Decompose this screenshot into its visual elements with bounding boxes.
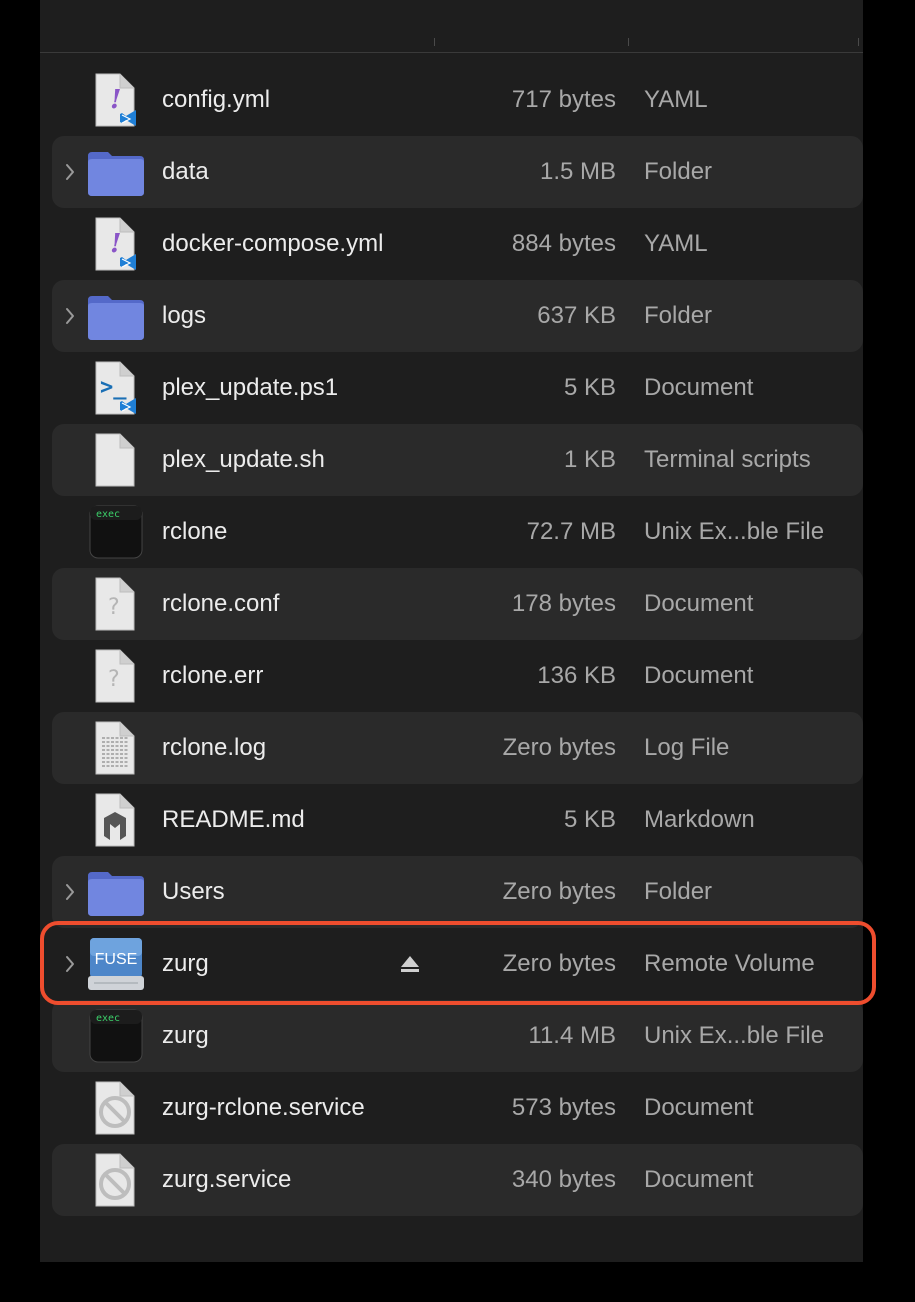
file-name: rclone.err [162, 662, 264, 689]
prohibited-file-icon [86, 1152, 146, 1208]
file-kind: Log File [644, 734, 730, 761]
file-kind: Document [644, 374, 754, 401]
file-row[interactable]: plex_update.sh 1 KB Terminal scripts [52, 424, 863, 496]
file-size: 1.5 MB [539, 158, 616, 185]
file-size: 136 KB [537, 662, 616, 689]
file-size: 5 KB [563, 374, 616, 401]
file-name: plex_update.ps1 [162, 374, 339, 401]
unknown-file-icon: ? [86, 576, 146, 632]
file-row[interactable]: zurg-rclone.service 573 bytes Document [52, 1072, 863, 1144]
file-row[interactable]: logs 637 KB Folder [52, 280, 863, 352]
column-separator[interactable] [628, 38, 629, 46]
file-row[interactable]: >_ plex_update.ps1 5 KB Document [52, 352, 863, 424]
exec-file-icon: exec [86, 1008, 146, 1064]
file-kind: Document [644, 1094, 754, 1121]
svg-text:FUSE: FUSE [95, 951, 138, 968]
file-name: rclone.log [162, 734, 267, 761]
file-kind: Folder [644, 302, 713, 329]
file-row[interactable]: ! docker-compose.yml 884 bytes YAML [52, 208, 863, 280]
file-kind: Remote Volume [644, 950, 815, 977]
file-row[interactable]: ! config.yml 717 bytes YAML [52, 64, 863, 136]
yaml-file-icon: ! [86, 72, 146, 128]
file-row[interactable]: rclone.log Zero bytes Log File [52, 712, 863, 784]
file-kind: Folder [644, 158, 713, 185]
yaml-mark: ! [110, 229, 121, 259]
column-header-bar[interactable] [40, 0, 863, 53]
svg-text:>_: >_ [100, 375, 127, 400]
prohibited-file-icon [86, 1080, 146, 1136]
column-separator[interactable] [858, 38, 859, 46]
file-size: 1 KB [563, 446, 616, 473]
file-list: ! config.yml 717 bytes YAML data 1.5 MB Fold… [52, 64, 863, 1216]
disclosure-chevron-icon[interactable] [62, 880, 78, 904]
file-size: 178 bytes [511, 590, 616, 617]
eject-icon[interactable] [398, 952, 422, 976]
fuse-volume-icon: FUSE [86, 936, 146, 992]
file-kind: Unix Ex...ble File [644, 518, 825, 545]
file-kind: YAML [644, 86, 708, 113]
file-size: 884 bytes [511, 230, 616, 257]
file-name: docker-compose.yml [162, 230, 384, 257]
file-row[interactable]: Users Zero bytes Folder [52, 856, 863, 928]
folder-icon [86, 864, 146, 920]
powershell-file-icon: >_ [86, 360, 146, 416]
file-name: zurg [162, 950, 209, 977]
file-row[interactable]: ? rclone.conf 178 bytes Document [52, 568, 863, 640]
file-name: README.md [162, 806, 305, 833]
disclosure-chevron-icon[interactable] [62, 304, 78, 328]
file-size: 637 KB [537, 302, 616, 329]
svg-text:?: ? [108, 595, 120, 620]
file-name: zurg.service [162, 1166, 292, 1193]
file-name: zurg-rclone.service [162, 1094, 365, 1121]
exec-file-icon: exec [86, 504, 146, 560]
file-name: config.yml [162, 86, 271, 113]
file-size: 72.7 MB [526, 518, 616, 545]
file-row[interactable]: exec zurg 11.4 MB Unix Ex...ble File [52, 1000, 863, 1072]
file-size: Zero bytes [502, 950, 616, 977]
file-row[interactable]: README.md 5 KB Markdown [52, 784, 863, 856]
svg-text:exec: exec [96, 509, 120, 520]
file-size: 717 bytes [511, 86, 616, 113]
file-row[interactable]: zurg.service 340 bytes Document [52, 1144, 863, 1216]
file-size: 573 bytes [511, 1094, 616, 1121]
file-name: plex_update.sh [162, 446, 325, 473]
disclosure-chevron-icon[interactable] [62, 160, 78, 184]
file-kind: Document [644, 590, 754, 617]
file-size: 11.4 MB [528, 1022, 616, 1049]
yaml-mark: ! [110, 85, 121, 115]
log-file-icon [86, 720, 146, 776]
file-name: zurg [162, 1022, 209, 1049]
file-name: data [162, 158, 209, 185]
file-size: 340 bytes [511, 1166, 616, 1193]
file-kind: Folder [644, 878, 713, 905]
disclosure-chevron-icon[interactable] [62, 952, 78, 976]
file-row[interactable]: ? rclone.err 136 KB Document [52, 640, 863, 712]
blank-file-icon [86, 432, 146, 488]
column-separator[interactable] [434, 38, 435, 46]
file-size: Zero bytes [502, 878, 616, 905]
folder-icon [86, 144, 146, 200]
file-name: Users [162, 878, 225, 905]
file-size: 5 KB [563, 806, 616, 833]
folder-icon [86, 288, 146, 344]
yaml-file-icon: ! [86, 216, 146, 272]
file-row[interactable]: exec rclone 72.7 MB Unix Ex...ble File [52, 496, 863, 568]
file-kind: Document [644, 1166, 754, 1193]
file-kind: Document [644, 662, 754, 689]
file-kind: Terminal scripts [644, 446, 811, 473]
markdown-file-icon [86, 792, 146, 848]
file-name: rclone.conf [162, 590, 280, 617]
file-name: rclone [162, 518, 228, 545]
file-row[interactable]: FUSE zurg Zero bytes Remote Volume [52, 928, 863, 1000]
file-kind: YAML [644, 230, 708, 257]
unknown-file-icon: ? [86, 648, 146, 704]
file-row[interactable]: data 1.5 MB Folder [52, 136, 863, 208]
file-kind: Unix Ex...ble File [644, 1022, 825, 1049]
svg-text:exec: exec [96, 1013, 120, 1024]
file-size: Zero bytes [502, 734, 616, 761]
svg-text:?: ? [108, 667, 120, 692]
file-name: logs [162, 302, 207, 329]
file-kind: Markdown [644, 806, 755, 833]
